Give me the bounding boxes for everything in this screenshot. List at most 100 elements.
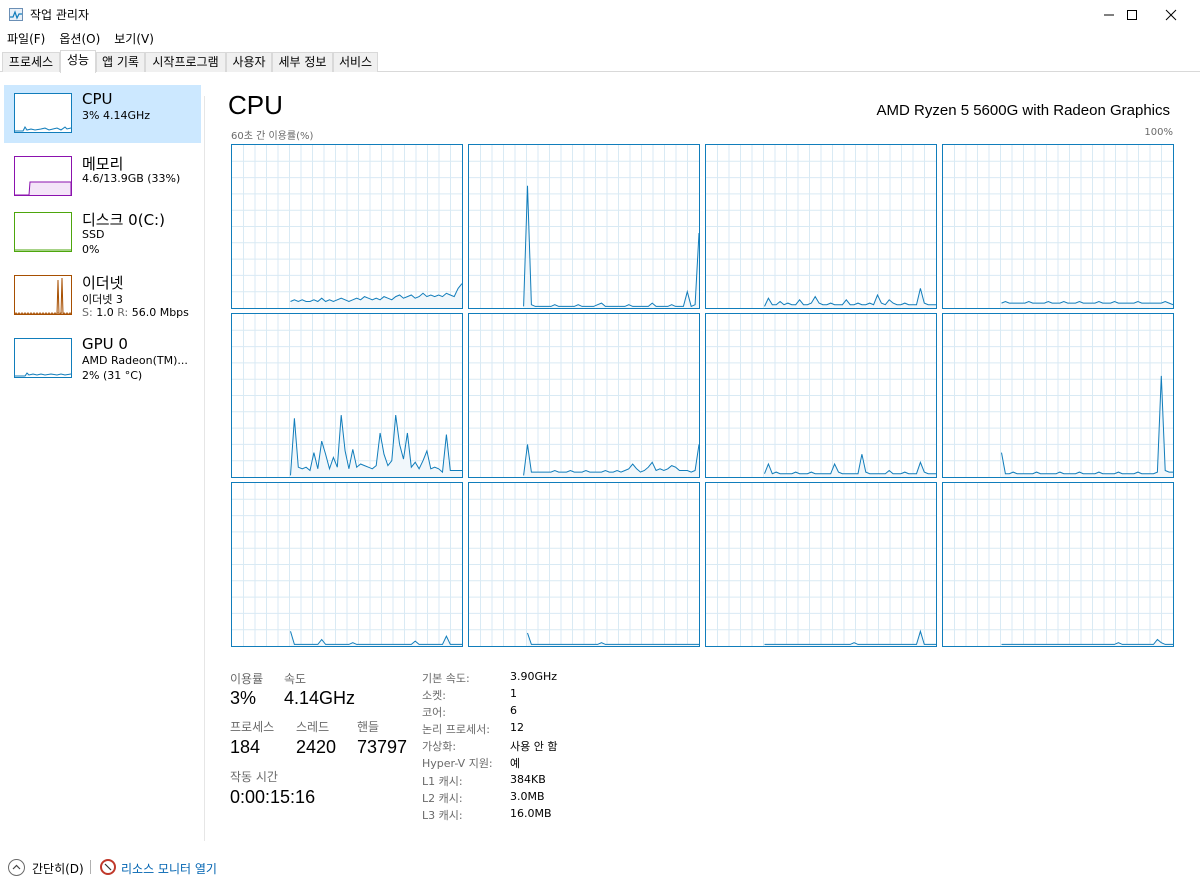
spec-hyperv-label: Hyper-V 지원: — [422, 757, 493, 770]
spec-l2-cache-label: L2 캐시: — [422, 792, 463, 805]
resource-title: 디스크 0(C:) — [82, 211, 165, 229]
tab-details[interactable]: 세부 정보 — [272, 52, 333, 72]
logical-processor-graphs — [231, 144, 1174, 647]
utilization-value: 3% — [230, 688, 257, 708]
spec-l1-cache-label: L1 캐시: — [422, 775, 463, 788]
usage-series-line — [527, 632, 699, 645]
usage-area — [290, 631, 462, 646]
uptime-value: 0:00:15:16 — [230, 787, 316, 807]
tab-services[interactable]: 서비스 — [333, 52, 378, 72]
cpu-model-name: AMD Ryzen 5 5600G with Radeon Graphics — [876, 102, 1170, 119]
resource-gpu[interactable]: GPU 0 AMD Radeon(TM)... 2% (31 °C) — [4, 330, 201, 388]
graph-axis-max: 100% — [1144, 127, 1173, 138]
ethernet-thumbnail-graph — [14, 275, 72, 315]
usage-line-chart — [469, 145, 699, 308]
chevron-up-icon[interactable] — [8, 859, 25, 876]
resource-usage: 2% (31 °C) — [82, 369, 143, 382]
receive-value: 56.0 Mbps — [131, 306, 189, 319]
tab-users[interactable]: 사용자 — [226, 52, 272, 72]
usage-area — [1001, 639, 1173, 646]
usage-series-line — [290, 631, 462, 645]
title-bar[interactable]: 작업 관리자 — [0, 0, 1200, 30]
fewer-details-button[interactable]: 간단히(D) — [32, 860, 84, 877]
spec-l1-cache-value: 384KB — [510, 773, 546, 786]
usage-line-chart — [943, 314, 1173, 477]
page-title: CPU — [228, 90, 283, 120]
spec-cores-label: 코어: — [422, 706, 446, 719]
logical-processor-graph — [705, 144, 937, 309]
tab-processes[interactable]: 프로세스 — [2, 52, 60, 72]
spec-logical-processors-label: 논리 프로세서: — [422, 723, 490, 736]
tab-performance[interactable]: 성능 — [60, 50, 96, 73]
logical-processor-graph — [942, 144, 1174, 309]
cpu-thumbnail-graph — [14, 93, 72, 133]
menu-file[interactable]: 파일(F) — [0, 30, 52, 50]
processes-label: 프로세스 — [230, 720, 275, 734]
task-manager-app-icon — [9, 8, 23, 21]
pane-divider[interactable] — [204, 96, 205, 841]
logical-processor-graph — [231, 144, 463, 309]
resource-title: CPU — [82, 90, 113, 108]
usage-line-chart — [469, 483, 699, 646]
usage-series-line — [764, 454, 936, 475]
logical-processor-graph — [942, 313, 1174, 478]
resource-ethernet[interactable]: 이더넷 이더넷 3 S: 1.0 R: 56.0 Mbps — [4, 267, 201, 325]
footer-separator — [90, 860, 91, 874]
usage-area — [764, 631, 936, 646]
resource-usage: 0% — [82, 243, 100, 256]
logical-processor-graph — [468, 482, 700, 647]
logical-processor-graph — [705, 482, 937, 647]
usage-series-line — [764, 288, 936, 307]
resource-title: 메모리 — [82, 155, 124, 173]
resource-detail: AMD Radeon(TM)... — [82, 354, 188, 367]
resource-monitor-icon[interactable] — [100, 859, 116, 875]
spec-sockets-label: 소켓: — [422, 689, 446, 702]
gpu-thumbnail-graph — [14, 338, 72, 378]
usage-line-chart — [469, 314, 699, 477]
tab-startup[interactable]: 시작프로그램 — [145, 52, 226, 72]
utilization-label: 이용률 — [230, 672, 264, 686]
spec-base-speed-label: 기본 속도: — [422, 672, 470, 685]
usage-line-chart — [706, 145, 936, 308]
threads-value: 2420 — [296, 737, 337, 757]
logical-processor-graph — [705, 313, 937, 478]
usage-series-line — [1001, 375, 1173, 475]
graph-axis-label: 60초 간 이용률(%) — [231, 131, 314, 142]
resource-title: GPU 0 — [82, 335, 128, 353]
usage-line-chart — [943, 145, 1173, 308]
footer-bar: 간단히(D) 리소스 모니터 열기 — [0, 850, 1200, 884]
resource-detail: SSD — [82, 228, 105, 241]
usage-line-chart — [232, 145, 462, 308]
uptime-label: 작동 시간 — [230, 770, 278, 784]
spec-logical-processors-value: 12 — [510, 721, 524, 734]
resource-throughput: S: 1.0 R: 56.0 Mbps — [82, 306, 189, 319]
usage-series-line — [1001, 638, 1173, 645]
resource-memory[interactable]: 메모리 4.6/13.9GB (33%) — [4, 148, 201, 206]
menu-view[interactable]: 보기(V) — [107, 30, 161, 50]
spec-virtualization-value: 사용 안 함 — [510, 740, 558, 753]
send-label: S: — [82, 306, 93, 319]
spec-l3-cache-label: L3 캐시: — [422, 809, 463, 822]
resource-disk[interactable]: 디스크 0(C:) SSD 0% — [4, 204, 201, 262]
usage-series-line — [764, 629, 936, 645]
memory-thumbnail-graph — [14, 156, 72, 196]
speed-value: 4.14GHz — [284, 688, 356, 708]
spec-sockets-value: 1 — [510, 687, 517, 700]
tab-app-history[interactable]: 앱 기록 — [96, 52, 145, 72]
resource-cpu[interactable]: CPU 3% 4.14GHz — [4, 85, 201, 143]
window-title: 작업 관리자 — [30, 8, 90, 22]
menu-bar: 파일(F) 옵션(O) 보기(V) — [0, 30, 1200, 50]
resource-list: CPU 3% 4.14GHz 메모리 4.6/13.9GB (33%) 디스크 … — [0, 73, 205, 843]
logical-processor-graph — [468, 144, 700, 309]
open-resource-monitor-link[interactable]: 리소스 모니터 열기 — [121, 860, 217, 877]
spec-cores-value: 6 — [510, 704, 517, 717]
resource-detail: 4.6/13.9GB (33%) — [82, 172, 181, 185]
close-button[interactable] — [1148, 0, 1194, 30]
handles-value: 73797 — [357, 737, 408, 757]
speed-label: 속도 — [284, 672, 307, 686]
logical-processor-graph — [231, 313, 463, 478]
resource-detail: 이더넷 3 — [82, 293, 123, 306]
menu-options[interactable]: 옵션(O) — [52, 30, 107, 50]
usage-line-chart — [706, 483, 936, 646]
resource-title: 이더넷 — [82, 274, 124, 292]
